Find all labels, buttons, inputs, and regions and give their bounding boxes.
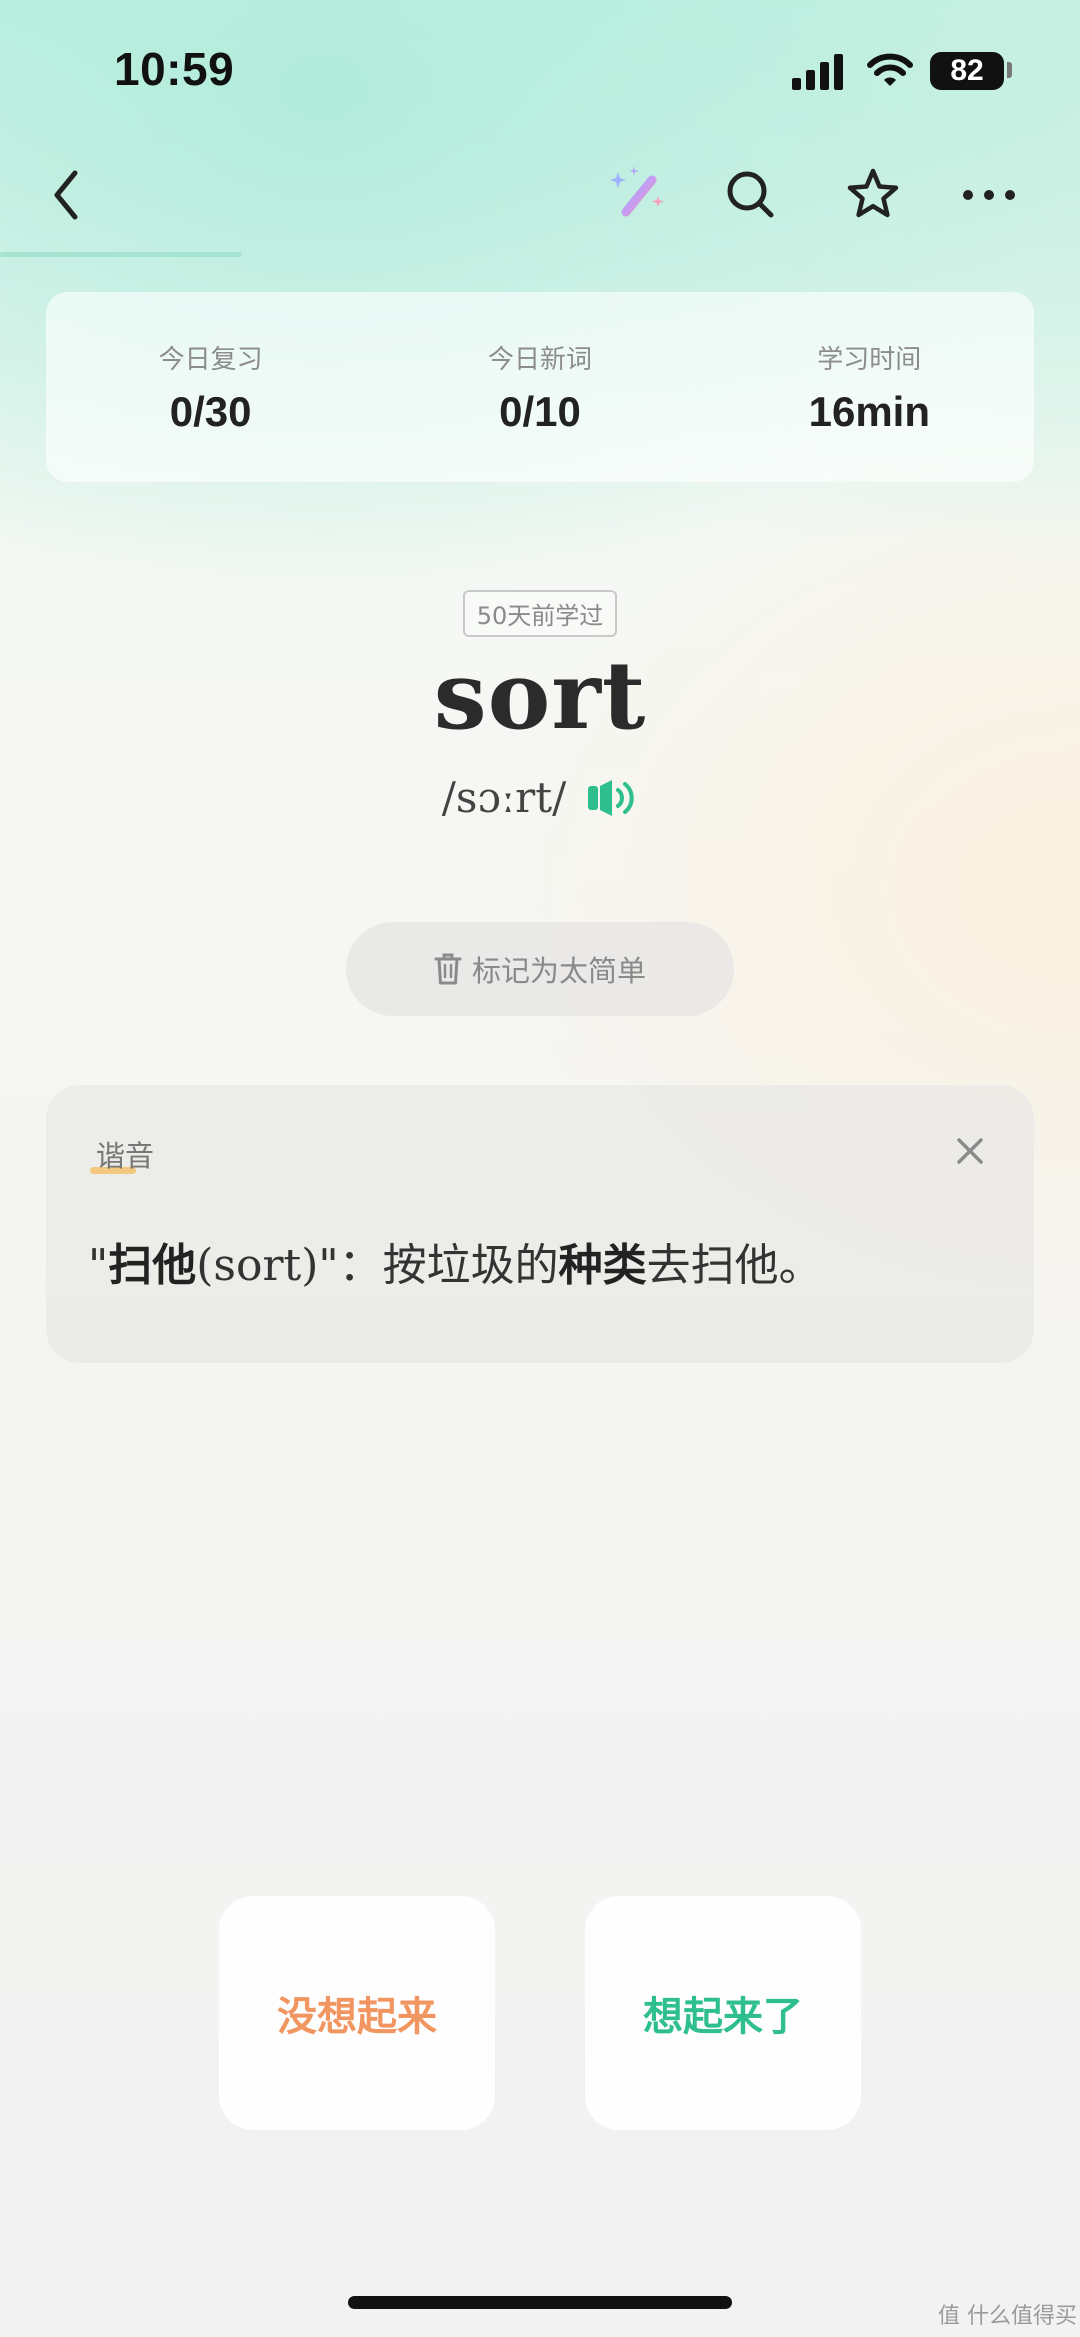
learned-badge: 50天前学过 (462, 590, 618, 637)
daily-stats-card: 今日复习 0/30 今日新词 0/10 学习时间 16min (46, 292, 1034, 482)
stat-study-time: 学习时间 16min (719, 339, 1019, 436)
chevron-left-icon (54, 170, 78, 220)
forgot-button[interactable]: 没想起来 (219, 1896, 495, 2130)
mnemonic-text: "扫他(sort)"：按垃圾的种类去扫他。 (88, 1229, 823, 1293)
phonetic-row: /sɔːrt/ (0, 773, 1080, 822)
mnemonic-open-quote: " (88, 1240, 109, 1291)
mnemonic-end: 去扫他。 (646, 1240, 823, 1291)
search-button[interactable] (716, 160, 786, 230)
stat-new-words: 今日新词 0/10 (390, 339, 690, 436)
stat-label: 学习时间 (817, 344, 922, 375)
back-button[interactable] (32, 160, 102, 230)
star-icon (847, 168, 899, 218)
trash-icon (434, 953, 462, 985)
battery-indicator: 82 (930, 52, 1004, 90)
more-dots-icon (963, 190, 1015, 200)
stat-review: 今日复习 0/30 (61, 339, 361, 436)
cellular-signal-icon (792, 54, 843, 90)
remember-button[interactable]: 想起来了 (585, 1896, 861, 2130)
stat-label: 今日复习 (158, 344, 263, 375)
nav-bar (0, 140, 1080, 260)
mnemonic-bold-keyword: 种类 (558, 1240, 647, 1291)
stat-label: 今日新词 (487, 344, 592, 375)
word-title: sort (433, 641, 647, 751)
mark-too-easy-button[interactable]: 标记为太简单 (346, 922, 734, 1016)
wifi-icon (867, 53, 913, 86)
speaker-icon[interactable] (586, 778, 638, 818)
close-icon (957, 1138, 983, 1164)
magic-wand-icon (610, 166, 664, 217)
status-time: 10:59 (114, 43, 235, 95)
mnemonic-card: 谐音 "扫他(sort)"：按垃圾的种类去扫他。 (46, 1085, 1034, 1363)
magic-button[interactable] (602, 160, 672, 230)
search-icon (727, 171, 774, 218)
favorite-button[interactable] (838, 160, 908, 230)
mnemonic-bold-phrase: 扫他 (108, 1240, 197, 1291)
mark-too-easy-label: 标记为太简单 (471, 954, 646, 988)
stat-value: 0/30 (169, 387, 252, 435)
phonetic-text: /sɔːrt/ (441, 773, 567, 822)
home-indicator[interactable] (348, 2296, 732, 2309)
close-button[interactable] (948, 1129, 992, 1173)
more-button[interactable] (954, 160, 1024, 230)
mnemonic-mid: "：按垃圾的 (318, 1240, 559, 1291)
watermark: 值 什么值得买 (938, 2304, 1077, 2329)
mnemonic-title: 谐音 (96, 1139, 155, 1173)
stat-value: 16min (808, 387, 930, 435)
study-progress-line (0, 252, 242, 257)
battery-tip (1007, 62, 1012, 78)
stat-value: 0/10 (499, 387, 581, 435)
mnemonic-paren: (sort) (196, 1240, 319, 1291)
status-bar: 10:59 82 (0, 0, 1080, 140)
word-area: 50天前学过 sort /sɔːrt/ (0, 590, 1080, 822)
